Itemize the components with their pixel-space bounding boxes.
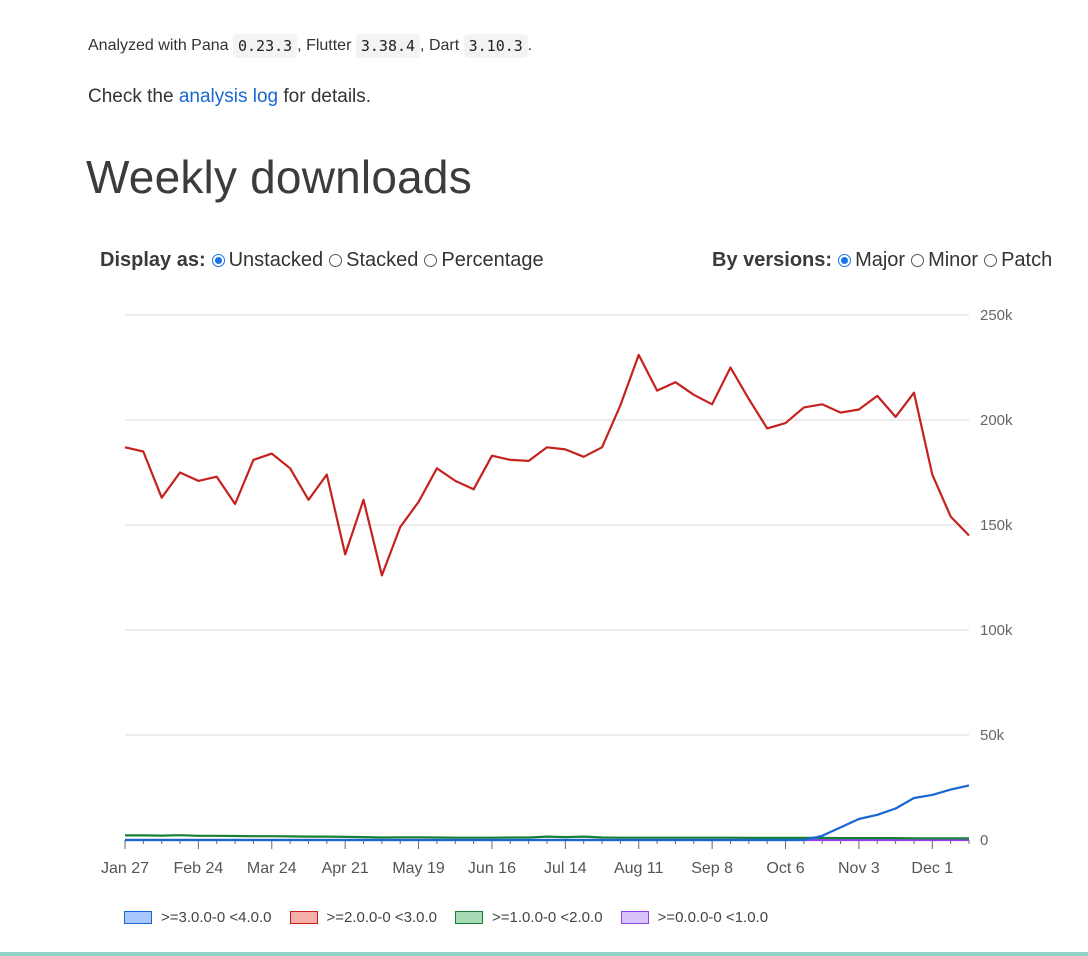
- legend-swatch-v0: [620, 911, 649, 924]
- display-as-label: Display as:: [100, 249, 206, 271]
- flutter-label: , Flutter: [297, 37, 356, 54]
- series-line[interactable]: [125, 784, 970, 842]
- x-tick-label: Nov 3: [838, 860, 880, 877]
- section-title: Weekly downloads: [86, 151, 472, 203]
- versions-patch-option[interactable]: Patch: [984, 249, 1052, 272]
- legend-item-v1[interactable]: >=1.0.0-0 <2.0.0: [455, 909, 603, 926]
- display-unstacked-option[interactable]: Unstacked: [211, 249, 324, 272]
- x-tick-label: May 19: [392, 860, 445, 877]
- x-tick-label: Jul 14: [544, 860, 587, 877]
- unstacked-radio[interactable]: [211, 254, 225, 267]
- dart-label: , Dart: [420, 37, 464, 54]
- analysis-log-note: Check the analysis log for details.: [88, 86, 371, 108]
- y-tick-label: 0: [980, 832, 988, 849]
- major-label[interactable]: Major: [855, 249, 905, 272]
- minor-label[interactable]: Minor: [928, 249, 978, 272]
- weekly-downloads-chart[interactable]: 250k 200k 150k 100k 50k 0 Jan 27 Feb 24 Mar 24 Ap…: [0, 290, 1088, 890]
- legend-swatch-v3: [124, 911, 152, 924]
- legend-label-v0: >=0.0.0-0 <1.0.0: [657, 909, 769, 926]
- x-tick-label: Sep 8: [691, 860, 733, 877]
- minor-radio[interactable]: [911, 254, 925, 267]
- y-tick-label: 200k: [980, 412, 1013, 429]
- analysis-suffix: .: [527, 37, 533, 54]
- x-tick-label: Feb 24: [173, 860, 223, 877]
- legend-label-v2: >=2.0.0-0 <3.0.0: [326, 909, 438, 926]
- legend-swatch-v2: [289, 911, 318, 924]
- analysis-prefix: Analyzed with Pana: [88, 37, 233, 54]
- legend-item-v2[interactable]: >=2.0.0-0 <3.0.0: [289, 909, 438, 926]
- legend-label-v1: >=1.0.0-0 <2.0.0: [492, 909, 603, 926]
- x-tick-label: Oct 6: [766, 860, 804, 877]
- x-tick-label: Mar 24: [247, 860, 297, 877]
- legend-item-v0[interactable]: >=0.0.0-0 <1.0.0: [620, 909, 769, 926]
- patch-label[interactable]: Patch: [1001, 249, 1052, 272]
- versions-minor-option[interactable]: Minor: [911, 249, 978, 272]
- legend-label-v3: >=3.0.0-0 <4.0.0: [161, 909, 272, 926]
- y-tick-label: 250k: [980, 307, 1013, 324]
- legend-item-v3[interactable]: >=3.0.0-0 <4.0.0: [124, 909, 272, 926]
- legend-swatch-v1: [455, 911, 484, 924]
- x-tick-label: Aug 11: [614, 860, 664, 877]
- versions-major-option[interactable]: Major: [838, 249, 905, 272]
- percentage-radio[interactable]: [424, 254, 438, 267]
- by-versions-controls: By versions: Major Minor Patch: [712, 249, 1058, 272]
- check-prefix: Check the: [88, 86, 179, 107]
- display-as-controls: Display as: Unstacked Stacked Percentage: [100, 249, 550, 272]
- x-tick-label: Jun 16: [468, 860, 516, 877]
- display-percentage-option[interactable]: Percentage: [424, 249, 544, 272]
- unstacked-label[interactable]: Unstacked: [229, 249, 324, 272]
- analysis-info: Analyzed with Pana 0.23.3, Flutter 3.38.…: [88, 34, 532, 58]
- pana-version: 0.23.3: [232, 34, 298, 58]
- x-tick-label: Jan 27: [101, 860, 149, 877]
- y-tick-label: 50k: [980, 727, 1005, 744]
- y-tick-label: 150k: [980, 517, 1013, 534]
- flutter-version: 3.38.4: [355, 34, 421, 58]
- series-line[interactable]: [124, 353, 970, 577]
- patch-radio[interactable]: [984, 254, 998, 267]
- stacked-label[interactable]: Stacked: [346, 249, 418, 272]
- by-versions-label: By versions:: [712, 249, 833, 271]
- stacked-radio[interactable]: [329, 254, 343, 267]
- x-tick-label: Dec 1: [911, 860, 953, 877]
- series-line[interactable]: [125, 834, 969, 840]
- display-stacked-option[interactable]: Stacked: [329, 249, 418, 272]
- dart-version: 3.10.3: [463, 34, 528, 58]
- analysis-log-link[interactable]: analysis log: [179, 86, 278, 107]
- y-tick-label: 100k: [980, 622, 1013, 639]
- bottom-rule: [0, 952, 1088, 956]
- check-suffix: for details.: [278, 86, 372, 107]
- percentage-label[interactable]: Percentage: [441, 249, 543, 272]
- chart-legend: >=3.0.0-0 <4.0.0 >=2.0.0-0 <3.0.0 >=1.0.…: [124, 909, 786, 926]
- x-tick-label: Apr 21: [322, 860, 369, 877]
- major-radio[interactable]: [838, 254, 852, 267]
